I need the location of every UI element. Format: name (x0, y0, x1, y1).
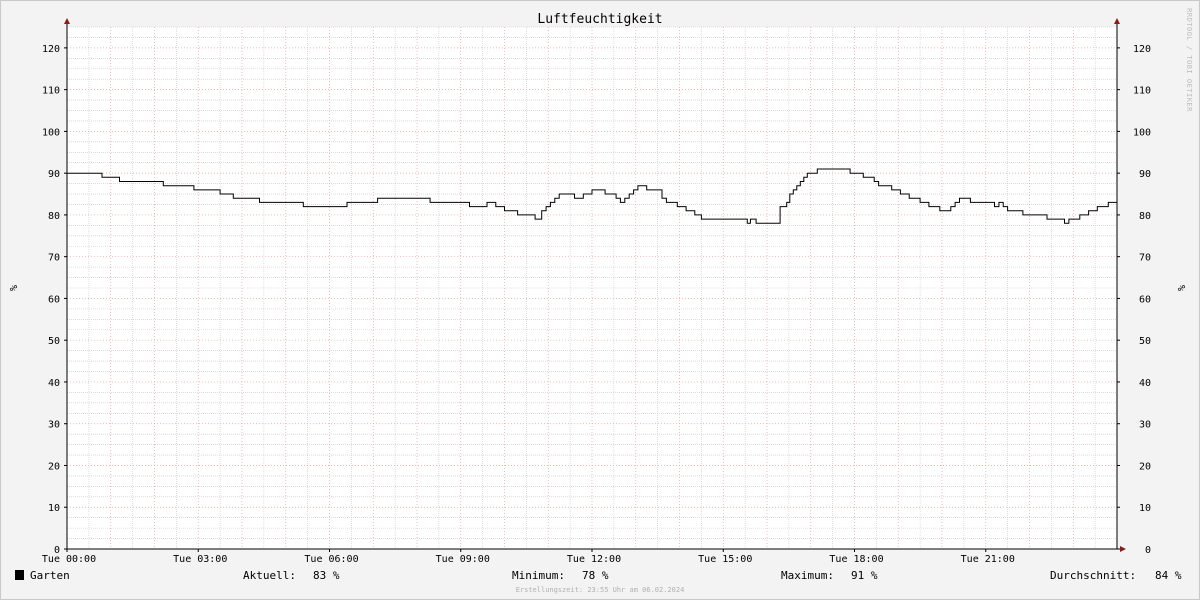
x-ticks: Tue 00:00 Tue 03:00 Tue 06:00 Tue 09:00 Tue … (42, 549, 1015, 565)
y-tick-label-right: 100 (1133, 127, 1151, 138)
y-tick-label-right: 40 (1139, 378, 1151, 389)
y-axis-arrow-left (64, 18, 70, 24)
y-tick-label-left: 30 (48, 420, 60, 431)
y-tick-label-right: 20 (1139, 461, 1151, 472)
x-tick-label: Tue 12:00 (567, 554, 621, 565)
aktuell-label: Aktuell: (243, 569, 296, 582)
y-tick-label-left: 120 (42, 44, 60, 55)
aktuell-value: 83 % (313, 569, 340, 582)
x-tick-label: Tue 00:00 (42, 554, 96, 565)
x-tick-label: Tue 15:00 (698, 554, 752, 565)
minimum-value: 78 % (582, 569, 609, 582)
y-tick-label-right: 0 (1145, 545, 1151, 556)
durchschnitt-value: 84 % (1155, 569, 1182, 582)
humidity-chart: 0 10 20 30 40 50 60 70 80 90 100 110 120 0 10 20 30 40 50… (7, 8, 1193, 594)
y-tick-label-left: 10 (48, 503, 60, 514)
creation-time-credit: Erstellungszeit: 23:55 Uhr am 06.02.2024 (516, 586, 685, 594)
y-ticks-right: 0 10 20 30 40 50 60 70 80 90 100 110 120 (1117, 44, 1151, 556)
x-tick-label: Tue 03:00 (173, 554, 227, 565)
y-axis-arrow-right (1114, 18, 1120, 24)
x-tick-label: Tue 18:00 (829, 554, 883, 565)
legend-swatch-garten (15, 570, 24, 580)
y-tick-label-left: 40 (48, 378, 60, 389)
y-tick-label-left: 100 (42, 127, 60, 138)
y-tick-label-left: 50 (48, 336, 60, 347)
chart-title: Luftfeuchtigkeit (537, 12, 662, 27)
y-axis-label-left: % (7, 285, 18, 291)
y-ticks-left: 0102030405060708090100110120 (42, 44, 67, 556)
maximum-value: 91 % (851, 569, 878, 582)
x-axis-arrow (1120, 546, 1126, 552)
legend-label-garten: Garten (30, 569, 70, 582)
y-tick-label-right: 50 (1139, 336, 1151, 347)
durchschnitt-label: Durchschnitt: (1050, 569, 1136, 582)
y-tick-label-right: 110 (1133, 86, 1151, 97)
y-axis-label-right: % (1175, 285, 1186, 291)
x-tick-label: Tue 21:00 (961, 554, 1015, 565)
x-tick-label: Tue 06:00 (304, 554, 358, 565)
y-tick-label-left: 80 (48, 211, 60, 222)
x-tick-label: Tue 09:00 (436, 554, 490, 565)
minimum-label: Minimum: (512, 569, 565, 582)
y-tick-label-right: 70 (1139, 253, 1151, 264)
rrdtool-watermark: RRDTOOL / TOBI OETIKER (1185, 8, 1193, 112)
y-tick-label-right: 80 (1139, 211, 1151, 222)
y-tick-label-left: 60 (48, 294, 60, 305)
maximum-label: Maximum: (781, 569, 834, 582)
y-tick-label-right: 10 (1139, 503, 1151, 514)
y-tick-label-right: 120 (1133, 44, 1151, 55)
y-tick-label-left: 20 (48, 461, 60, 472)
y-tick-label-left: 110 (42, 86, 60, 97)
y-tick-label-right: 60 (1139, 294, 1151, 305)
y-tick-label-right: 90 (1139, 169, 1151, 180)
y-tick-label-left: 70 (48, 253, 60, 264)
y-tick-label-right: 30 (1139, 420, 1151, 431)
y-tick-label-left: 90 (48, 169, 60, 180)
